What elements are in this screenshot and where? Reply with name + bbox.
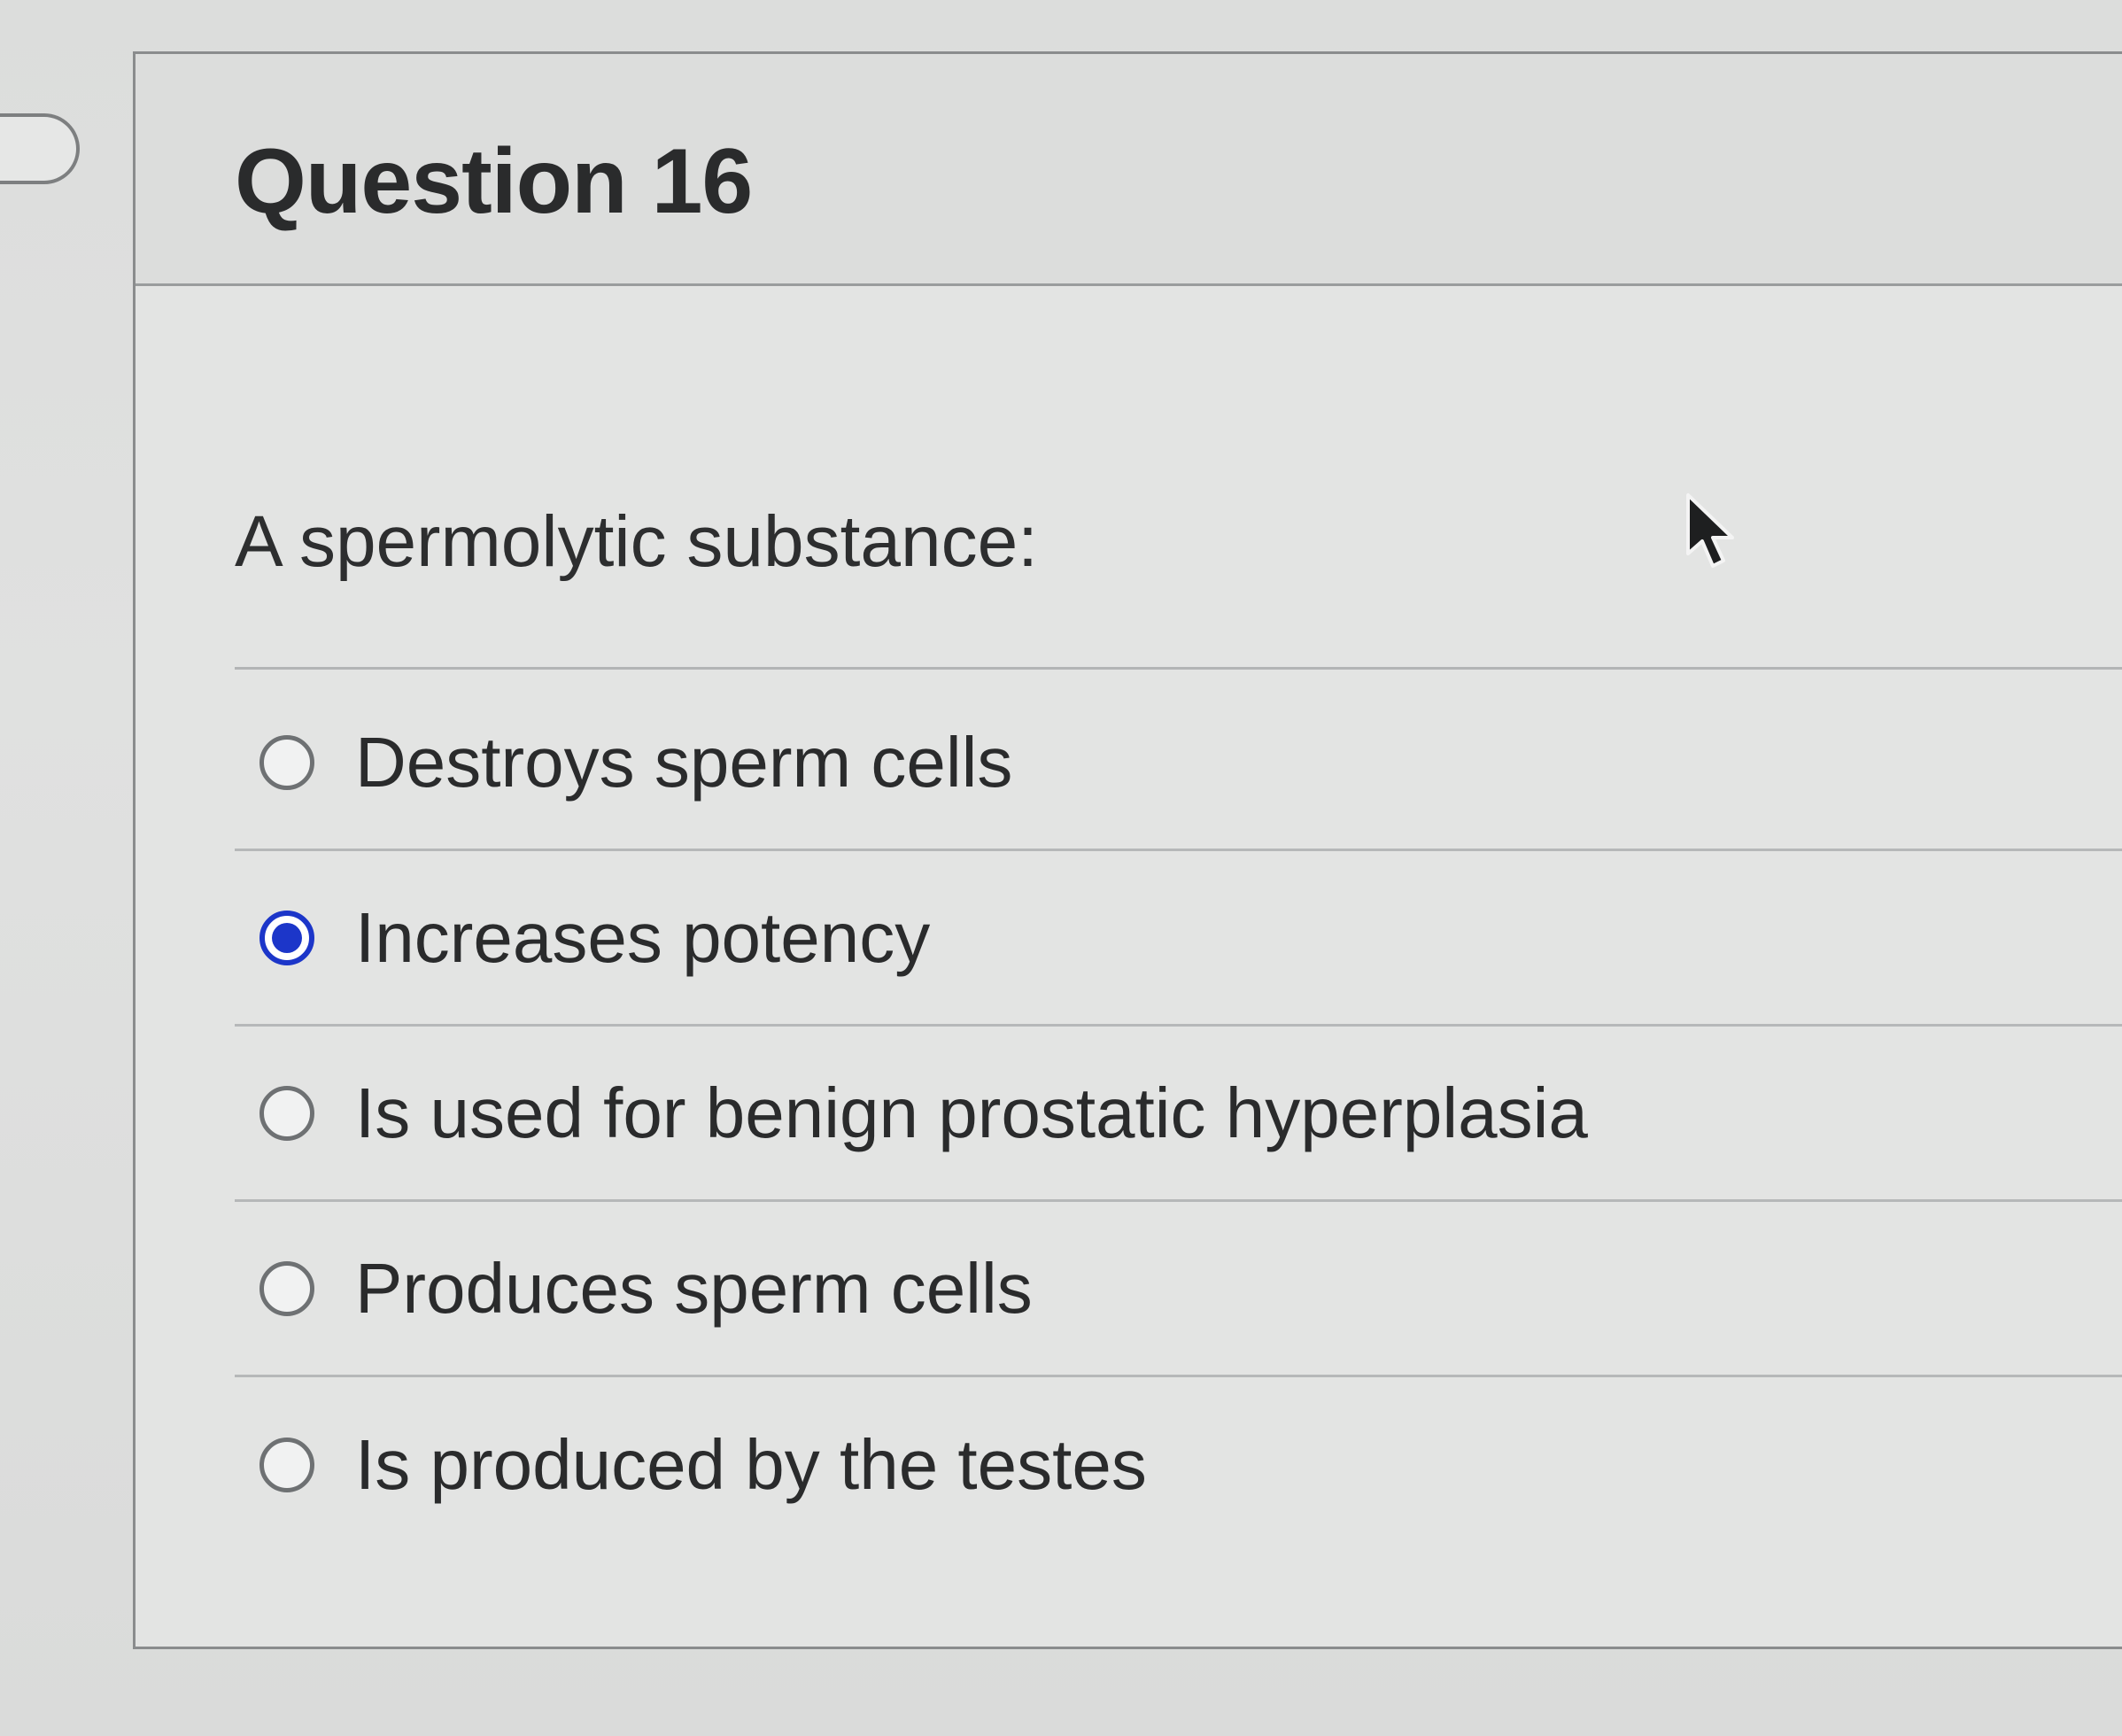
option-label: Is produced by the testes xyxy=(355,1425,1147,1504)
question-card: Question 16 A spermolytic substance: Des… xyxy=(133,51,2122,1649)
option-benign-prostatic-hyperplasia[interactable]: Is used for benign prostatic hyperplasia xyxy=(235,1027,2122,1202)
mouse-pointer-icon xyxy=(1686,493,1734,568)
prompt-divider xyxy=(235,667,2122,670)
option-produces-sperm-cells[interactable]: Produces sperm cells xyxy=(235,1202,2122,1377)
radio-button[interactable] xyxy=(259,734,314,790)
question-prompt: A spermolytic substance: xyxy=(235,501,1038,582)
quiz-page: Question 16 A spermolytic substance: Des… xyxy=(0,0,2122,1736)
option-produced-by-testes[interactable]: Is produced by the testes xyxy=(235,1377,2122,1553)
option-label: Destroys sperm cells xyxy=(355,722,1013,802)
question-body: A spermolytic substance: Destroys sperm … xyxy=(136,286,2122,1648)
question-title: Question 16 xyxy=(235,130,753,233)
radio-button[interactable] xyxy=(259,1260,314,1316)
radio-button-selected[interactable] xyxy=(259,910,314,965)
option-label: Is used for benign prostatic hyperplasia xyxy=(355,1073,1588,1152)
option-label: Produces sperm cells xyxy=(355,1248,1033,1328)
option-label: Increases potency xyxy=(355,897,931,977)
radio-button[interactable] xyxy=(259,1085,314,1141)
radio-button[interactable] xyxy=(259,1438,314,1492)
question-header: Question 16 xyxy=(136,54,2122,286)
flag-question-tab[interactable] xyxy=(0,113,80,184)
option-increases-potency[interactable]: Increases potency xyxy=(235,851,2122,1027)
option-destroys-sperm-cells[interactable]: Destroys sperm cells xyxy=(235,676,2122,851)
answer-options: Destroys sperm cells Increases potency I… xyxy=(235,676,2122,1553)
